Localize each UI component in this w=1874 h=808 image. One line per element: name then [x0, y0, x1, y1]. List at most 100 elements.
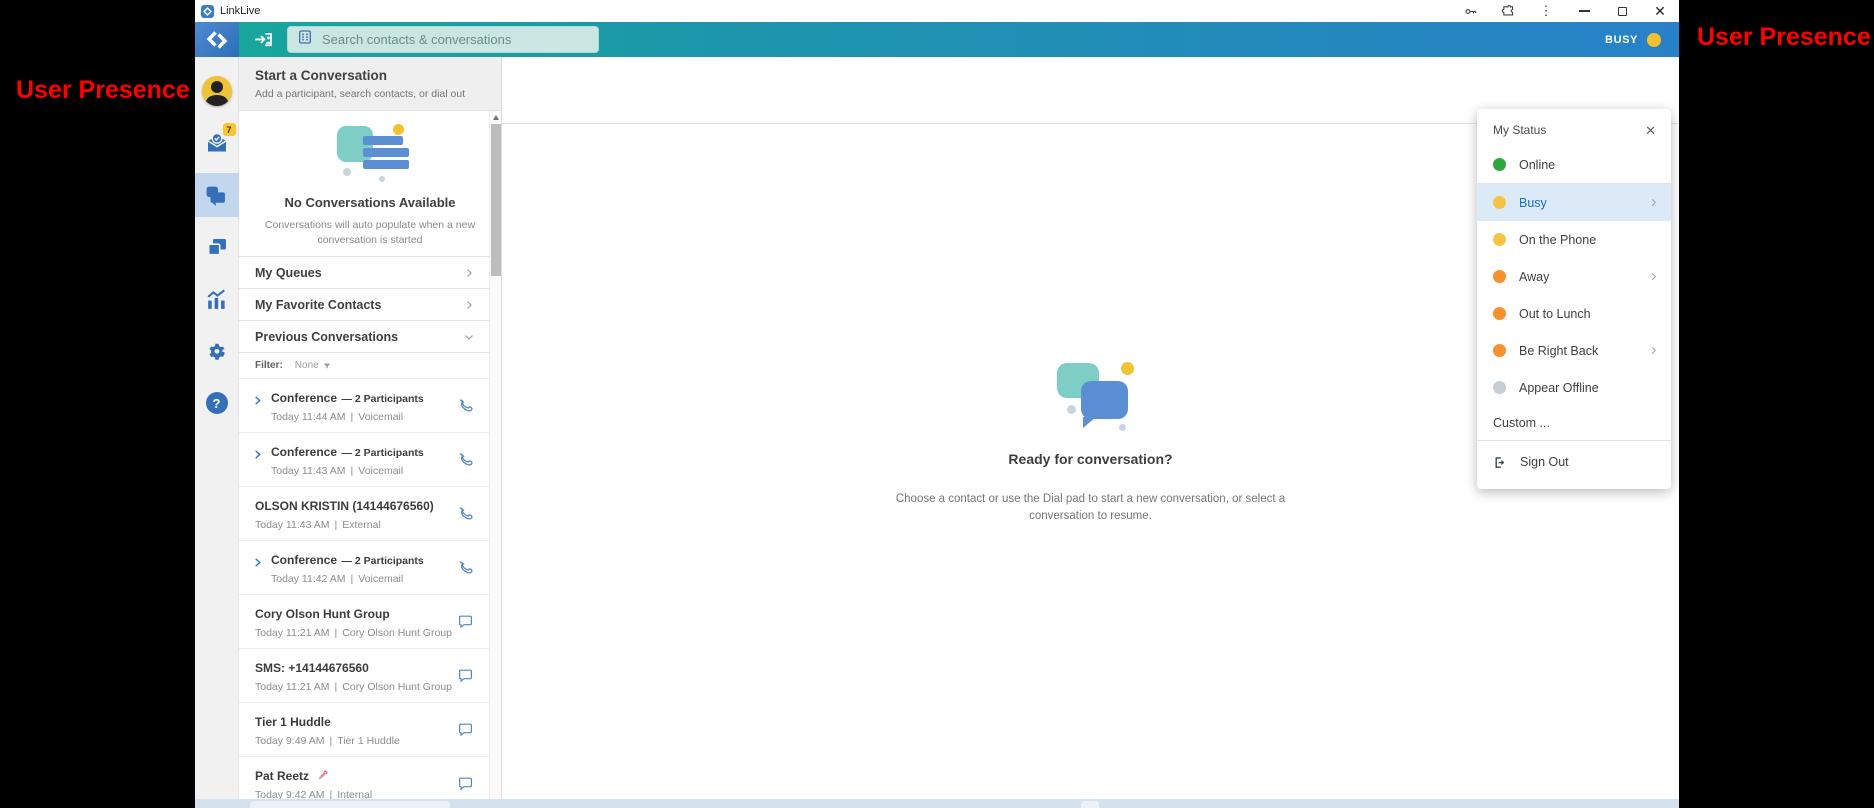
call-button[interactable] [455, 450, 475, 470]
chat-button[interactable] [455, 666, 475, 686]
menu-dots-icon[interactable]: ⋮ [1537, 3, 1555, 19]
chart-icon [204, 287, 229, 312]
expand-chevron-icon[interactable] [252, 557, 263, 568]
section-my-queues[interactable]: My Queues [239, 256, 501, 288]
dialpad-icon [297, 29, 313, 50]
status-menu-item[interactable]: Out to Lunch [1477, 295, 1671, 332]
conversations-illustration-icon [327, 124, 413, 184]
inbox-badge: 7 [223, 123, 236, 136]
conversation-participants: — 2 Participants [341, 447, 423, 459]
chevron-down-icon [463, 331, 475, 343]
chevron-right-icon [1648, 197, 1659, 208]
status-dot-icon [1493, 307, 1506, 320]
sidebar-item-inbox[interactable]: 7 [195, 121, 239, 165]
conversation-list-item[interactable]: Tier 1 Huddle Today 9:49 AM|Tier 1 Huddl… [239, 702, 501, 756]
add-participant-icon[interactable] [252, 29, 274, 51]
status-dot-icon [1493, 270, 1506, 283]
scroll-up-icon[interactable] [493, 115, 499, 120]
main-empty-title: Ready for conversation? [1008, 451, 1172, 467]
conversation-list-item[interactable]: Conference — 2 Participants Today 11:42 … [239, 540, 501, 594]
call-button[interactable] [455, 558, 475, 578]
sidebar-item-conversations[interactable] [195, 173, 239, 217]
filter-value[interactable]: None [295, 360, 332, 371]
empty-state-title: No Conversations Available [263, 195, 477, 210]
search-box [287, 26, 599, 53]
app-window: LinkLive ⋮ ✕ [195, 0, 1679, 808]
window-title: LinkLive [220, 5, 260, 17]
conversation-title: Conference [271, 391, 337, 405]
my-status-menu: My Status ✕ Online Busy On the Phone Awa… [1477, 109, 1671, 489]
status-menu-title: My Status [1493, 123, 1645, 137]
user-status-control[interactable]: BUSY [1605, 33, 1679, 47]
sidebar-rail: 7 [195, 57, 239, 808]
app-header: BUSY [195, 22, 1679, 57]
conversation-meta: Today 11:43 AM|External [255, 519, 455, 531]
expand-chevron-icon[interactable] [252, 395, 263, 406]
status-dot-icon [1647, 33, 1661, 47]
conversation-meta: Today 11:42 AM|Voicemail [271, 573, 455, 585]
close-menu-icon[interactable]: ✕ [1645, 124, 1656, 137]
minimize-icon[interactable] [1575, 3, 1593, 19]
sidebar-item-reports[interactable] [195, 277, 239, 321]
menu-item-custom[interactable]: Custom ... [1477, 406, 1671, 440]
call-button[interactable] [455, 504, 475, 524]
status-menu-item[interactable]: Busy [1477, 184, 1671, 221]
conversation-panel: Start a Conversation Add a participant, … [239, 57, 502, 808]
search-input[interactable] [322, 32, 589, 47]
rocket-emoji-icon [317, 769, 329, 781]
panel-header: Start a Conversation Add a participant, … [239, 57, 501, 111]
conversation-list: Conference — 2 Participants Today 11:44 … [239, 378, 501, 808]
filter-icon [322, 361, 332, 371]
maximize-icon[interactable] [1613, 3, 1631, 19]
section-previous-conversations[interactable]: Previous Conversations [239, 320, 501, 352]
status-menu-items: Online Busy On the Phone Away Out to Lun… [1477, 146, 1671, 406]
sidebar-item-settings[interactable] [195, 329, 239, 373]
chat-button[interactable] [455, 774, 475, 794]
status-dot-icon [1493, 381, 1506, 394]
empty-state-subtitle: Conversations will auto populate when a … [264, 218, 476, 247]
conversation-participants: — 2 Participants [341, 393, 423, 405]
chevron-right-icon [1648, 271, 1659, 282]
sidebar-item-workspaces[interactable] [195, 225, 239, 269]
avatar [202, 76, 232, 106]
gear-icon [205, 339, 229, 363]
section-my-favorite-contacts[interactable]: My Favorite Contacts [239, 288, 501, 320]
annotation-user-presence-left: User Presence [16, 76, 190, 105]
close-icon[interactable]: ✕ [1651, 3, 1669, 19]
sidebar-item-help[interactable]: ? [195, 381, 239, 425]
call-button[interactable] [455, 396, 475, 416]
status-menu-item[interactable]: Online [1477, 146, 1671, 183]
conversation-list-item[interactable]: Conference — 2 Participants Today 11:43 … [239, 432, 501, 486]
status-menu-item[interactable]: Away [1477, 258, 1671, 295]
chat-button[interactable] [455, 720, 475, 740]
conversation-meta: Today 9:49 AM|Tier 1 Huddle [255, 735, 455, 747]
expand-chevron-icon[interactable] [252, 449, 263, 460]
chat-button[interactable] [455, 612, 475, 632]
conversation-list-item[interactable]: OLSON KRISTIN (14144676560) Today 11:43 … [239, 486, 501, 540]
status-menu-item[interactable]: Appear Offline [1477, 369, 1671, 406]
status-menu-item[interactable]: Be Right Back [1477, 332, 1671, 369]
chevron-right-icon [1648, 345, 1659, 356]
conversation-title: Conference [271, 553, 337, 567]
status-dot-icon [1493, 344, 1506, 357]
ready-conversation-illustration-icon [1041, 360, 1141, 434]
conversation-list-item[interactable]: Cory Olson Hunt Group Today 11:21 AM|Cor… [239, 594, 501, 648]
scroll-thumb[interactable] [491, 124, 501, 276]
conversation-list-item[interactable]: Conference — 2 Participants Today 11:44 … [239, 378, 501, 432]
panel-scrollbar[interactable] [489, 111, 501, 808]
conversation-meta: Today 11:43 AM|Voicemail [271, 465, 455, 477]
extensions-puzzle-icon[interactable] [1499, 3, 1517, 19]
panel-subtitle: Add a participant, search contacts, or d… [255, 88, 485, 100]
conversation-title: Tier 1 Huddle [255, 715, 331, 729]
key-icon[interactable] [1461, 3, 1479, 19]
sign-out-icon [1493, 455, 1508, 470]
conversation-meta: Today 11:21 AM|Cory Olson Hunt Group [255, 681, 455, 693]
menu-item-sign-out[interactable]: Sign Out [1477, 441, 1671, 483]
status-menu-item[interactable]: On the Phone [1477, 221, 1671, 258]
conversation-list-item[interactable]: SMS: +14144676560 Today 11:21 AM|Cory Ol… [239, 648, 501, 702]
status-label: BUSY [1605, 34, 1638, 46]
status-dot-icon [1493, 233, 1506, 246]
conversation-participants: — 2 Participants [341, 555, 423, 567]
bottom-bar [195, 799, 1679, 808]
sidebar-item-profile[interactable] [195, 69, 239, 113]
